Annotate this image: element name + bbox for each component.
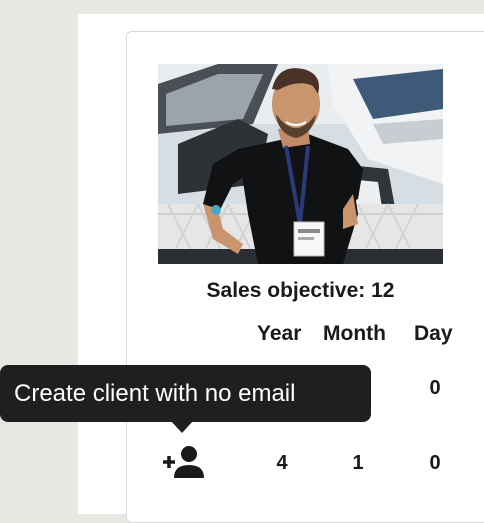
add-client-icon [163,446,204,478]
sales-objective: Sales objective: 12 [206,279,395,302]
row2-year: 4 [276,452,288,474]
header-month: Month [323,322,386,345]
row2-month: 1 [352,452,364,474]
salesperson-photo [158,64,443,264]
row1-day: 0 [429,377,441,399]
row2-day: 0 [429,452,441,474]
header-year: Year [257,322,302,345]
header-day: Day [414,322,453,345]
create-client-no-email-button[interactable] [158,442,210,482]
tooltip: Create client with no email [0,365,371,422]
tooltip-arrow [171,421,193,433]
